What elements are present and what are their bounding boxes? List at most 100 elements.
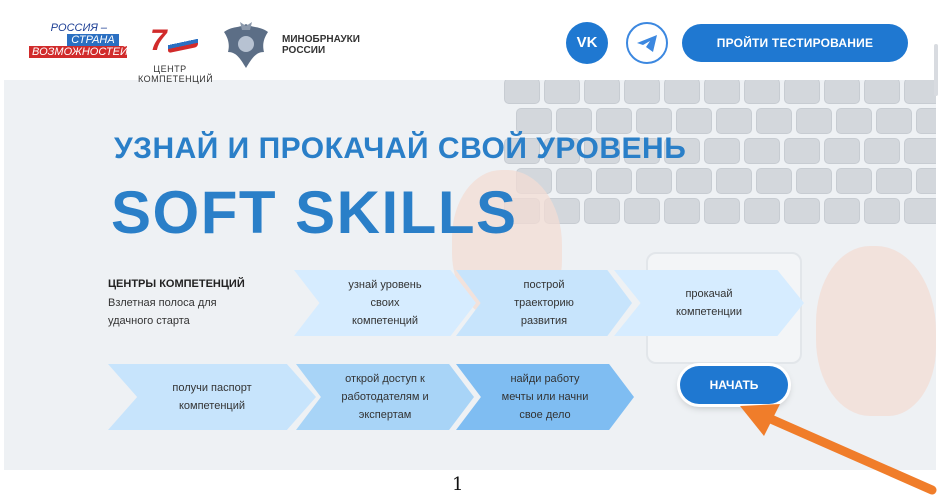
- keyboard-key: [876, 108, 912, 134]
- keyboard-key: [824, 198, 860, 224]
- keyboard-key: [596, 168, 632, 194]
- keyboard-key: [824, 138, 860, 164]
- keyboard-key: [584, 78, 620, 104]
- telegram-icon[interactable]: [626, 22, 668, 64]
- keyboard-key: [784, 138, 820, 164]
- keyboard-key: [904, 198, 936, 224]
- step-text-line: своих: [370, 297, 400, 309]
- step-text-line: свое дело: [519, 409, 571, 421]
- keyboard-key: [784, 198, 820, 224]
- keyboard-key: [756, 168, 792, 194]
- step-text: прокачай компетенции: [676, 285, 742, 321]
- keyboard-key: [704, 78, 740, 104]
- keyboard-key: [516, 108, 552, 134]
- step-text-line: узнай уровень: [348, 279, 422, 291]
- keyboard-key: [624, 78, 660, 104]
- ministry-line2: РОССИИ: [282, 45, 326, 56]
- hero-heading: УЗНАЙ И ПРОКАЧАЙ СВОЙ УРОВЕНЬ: [114, 132, 687, 165]
- keyboard-key: [676, 108, 712, 134]
- keyboard-key: [636, 108, 672, 134]
- take-test-button[interactable]: ПРОЙТИ ТЕСТИРОВАНИЕ: [682, 24, 908, 62]
- step-text-line: работодателям и: [341, 391, 429, 403]
- background-hand-right: [816, 246, 936, 416]
- keyboard-key: [824, 78, 860, 104]
- keyboard-key: [864, 78, 900, 104]
- keyboard-key: [716, 168, 752, 194]
- site-header: РОССИЯ – СТРАНА ВОЗМОЖНОСТЕЙ 7 ЦЕНТР КОМ…: [4, 0, 936, 84]
- keyboard-key: [504, 78, 540, 104]
- telegram-plane-icon: [637, 35, 657, 52]
- step-text-line: компетенций: [351, 315, 418, 327]
- keyboard-key: [876, 168, 912, 194]
- step-6: найди работу мечты или начни свое дело: [456, 364, 634, 430]
- vk-icon[interactable]: VK: [566, 22, 608, 64]
- keyboard-key: [704, 198, 740, 224]
- step-text-line: мечты или начни: [501, 391, 589, 403]
- step-text-line: получи паспорт: [172, 382, 252, 394]
- centers-subtitle: Взлетная полоса для удачного старта: [108, 294, 278, 330]
- step-text-line: прокачай: [685, 288, 733, 300]
- ministry-logo-text[interactable]: МИНОБРНАУКИ РОССИИ: [282, 34, 360, 56]
- step-5: открой доступ к работодателям и экспертам: [296, 364, 474, 430]
- page-number: 1: [452, 474, 464, 495]
- russia-logo-line1: РОССИЯ –: [50, 22, 107, 34]
- step-3: прокачай компетенции: [614, 270, 804, 336]
- flag-icon: [168, 34, 198, 54]
- keyboard-key: [796, 108, 832, 134]
- step-text-line: экспертам: [358, 409, 412, 421]
- keyboard-key: [864, 198, 900, 224]
- keyboard-key: [584, 198, 620, 224]
- step-text-line: развития: [520, 315, 568, 327]
- russia-logo[interactable]: РОССИЯ – СТРАНА ВОЗМОЖНОСТЕЙ: [29, 22, 128, 68]
- keyboard-key: [744, 138, 780, 164]
- keyboard-key: [544, 78, 580, 104]
- step-text: узнай уровень своих компетенций: [348, 276, 421, 330]
- keyboard-key: [904, 78, 936, 104]
- step-2: построй траекторию развития: [456, 270, 632, 336]
- step-text-line: компетенций: [178, 400, 246, 412]
- keyboard-key: [744, 78, 780, 104]
- step-text-line: открой доступ к: [345, 373, 425, 385]
- keyboard-key: [904, 138, 936, 164]
- step-1: узнай уровень своих компетенций: [294, 270, 476, 336]
- ministry-line1: МИНОБРНАУКИ: [282, 34, 360, 45]
- keyboard-key: [836, 168, 872, 194]
- centers-subtitle-line2: удачного старта: [108, 315, 190, 327]
- step-4: получи паспорт компетенций: [108, 364, 316, 430]
- logo-text: ЦЕНТР КОМПЕТЕНЦИЙ: [138, 64, 214, 84]
- keyboard-key: [636, 168, 672, 194]
- step-text: получи паспорт компетенций: [172, 379, 251, 415]
- keyboard-key: [784, 78, 820, 104]
- keyboard-key: [796, 168, 832, 194]
- logo-number: 7: [150, 24, 167, 57]
- coat-of-arms-icon: [224, 22, 268, 68]
- logo-text-line2: КОМПЕТЕНЦИЙ: [138, 74, 214, 84]
- russia-logo-line3: ВОЗМОЖНОСТЕЙ: [29, 46, 128, 58]
- logo-text-line1: ЦЕНТР: [153, 64, 187, 74]
- step-text-line: найди работу: [510, 373, 580, 385]
- step-text-line: траекторию: [514, 297, 574, 309]
- centers-info: ЦЕНТРЫ КОМПЕТЕНЦИЙ Взлетная полоса для у…: [108, 278, 278, 330]
- keyboard-key: [916, 108, 936, 134]
- keyboard-key: [556, 108, 592, 134]
- step-text-line: построй: [523, 279, 565, 291]
- centers-subtitle-line1: Взлетная полоса для: [108, 297, 217, 309]
- keyboard-key: [664, 198, 700, 224]
- keyboard-key: [744, 198, 780, 224]
- step-text: построй траекторию развития: [514, 276, 574, 330]
- step-text: найди работу мечты или начни свое дело: [502, 370, 589, 424]
- keyboard-key: [716, 108, 752, 134]
- centers-title: ЦЕНТРЫ КОМПЕТЕНЦИЙ: [108, 278, 245, 290]
- keyboard-key: [624, 198, 660, 224]
- keyboard-key: [756, 108, 792, 134]
- keyboard-key: [596, 108, 632, 134]
- step-text: открой доступ к работодателям и экспертам: [341, 370, 428, 424]
- competence-center-logo[interactable]: 7 ЦЕНТР КОМПЕТЕНЦИЙ: [138, 24, 214, 88]
- arrow-pointer-icon: [740, 404, 937, 495]
- step-text-line: компетенции: [675, 306, 743, 318]
- scrollbar[interactable]: [934, 44, 938, 96]
- russia-logo-line2: СТРАНА: [67, 34, 119, 46]
- keyboard-key: [556, 168, 592, 194]
- hero-title: SOFT SKILLS: [111, 179, 518, 246]
- keyboard-key: [864, 138, 900, 164]
